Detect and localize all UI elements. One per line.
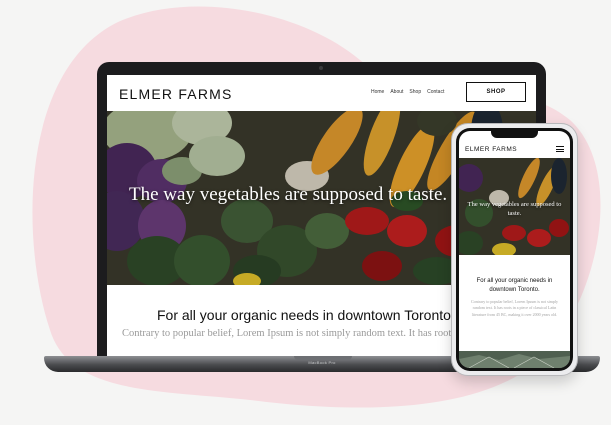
phone-mockup: ELMER FARMS The way vegetables are suppo…: [451, 123, 578, 376]
nav-link-about[interactable]: About: [390, 89, 403, 95]
nav-link-contact[interactable]: Contact: [427, 89, 444, 95]
phone-section-body-text: Contrary to popular belief, Lorem Ipsum …: [471, 299, 558, 317]
phone-site-brand[interactable]: ELMER FARMS: [465, 146, 517, 153]
hero-headline: The way vegetables are supposed to taste…: [129, 184, 448, 205]
phone-hero-banner: The way vegetables are supposed to taste…: [459, 158, 570, 255]
phone-section-heading: For all your organic needs in downtown T…: [476, 278, 553, 293]
nav-link-shop[interactable]: Shop: [409, 89, 421, 95]
nav-link-home[interactable]: Home: [371, 89, 384, 95]
phone-hero-headline: The way vegetables are supposed to taste…: [467, 201, 562, 217]
site-navbar: ELMER FARMS Home About Shop Contact SHOP: [107, 75, 536, 111]
hamburger-icon[interactable]: [556, 146, 564, 154]
phone-bezel: ELMER FARMS The way vegetables are suppo…: [456, 128, 573, 371]
phone-footer-image: [459, 351, 570, 368]
phone-screen: ELMER FARMS The way vegetables are suppo…: [459, 131, 570, 368]
shop-button[interactable]: SHOP: [466, 82, 526, 102]
nav-links: Home About Shop Contact: [371, 89, 444, 95]
camera-icon: [319, 66, 323, 70]
site-brand-logo[interactable]: ELMER FARMS: [119, 86, 233, 102]
phone-notch: [491, 131, 538, 138]
section-heading: For all your organic needs in downtown T…: [157, 307, 455, 323]
